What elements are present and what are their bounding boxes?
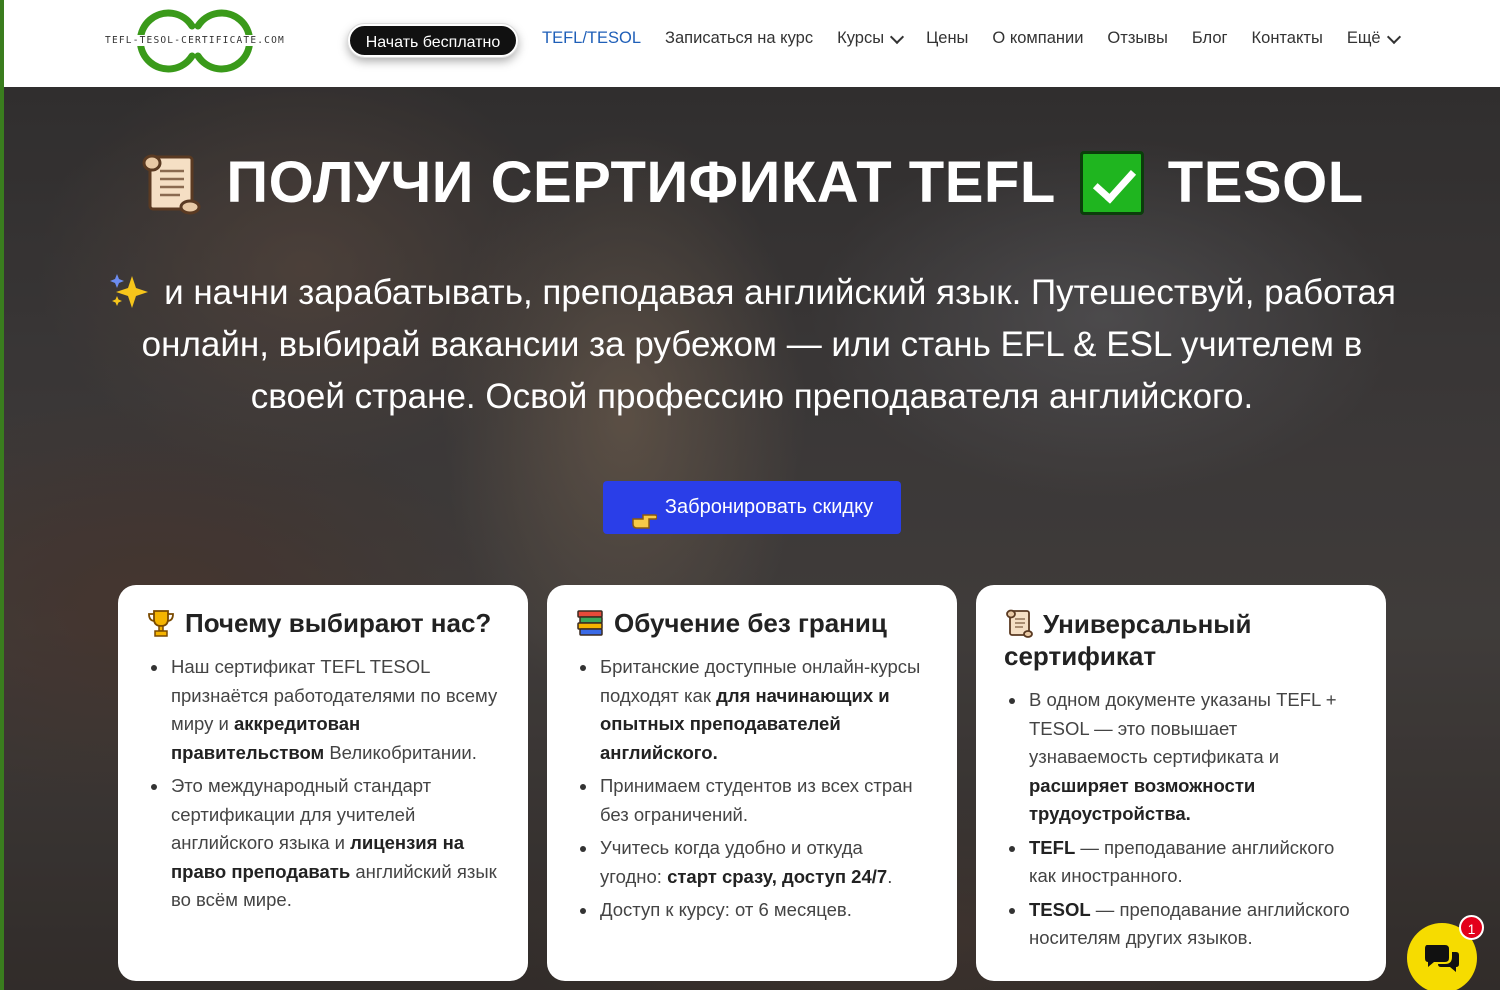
site-header: TEFL-TESOL-CERTIFICATE.COM Начать беспла… bbox=[4, 0, 1500, 87]
card-list: В одном документе указаны TEFL + TESOL —… bbox=[1004, 686, 1358, 953]
scroll-icon bbox=[140, 151, 202, 215]
sparkles-icon bbox=[108, 272, 150, 310]
nav-item-enroll[interactable]: Записаться на курс bbox=[665, 29, 813, 48]
card-why-us: Почему выбирают нас? Наш сертификат TEFL… bbox=[118, 585, 528, 981]
check-mark-icon bbox=[1079, 150, 1144, 215]
card-title: Почему выбирают нас? bbox=[146, 607, 500, 639]
list-item: В одном документе указаны TEFL + TESOL —… bbox=[1004, 686, 1358, 829]
card-title: Универсальный сертификат bbox=[1004, 609, 1252, 671]
nav-item-blog[interactable]: Блог bbox=[1192, 29, 1228, 48]
card-title: Обучение без границ bbox=[575, 607, 929, 639]
books-icon bbox=[577, 610, 603, 636]
list-item: Учитесь когда удобно и откуда угодно: ст… bbox=[575, 834, 929, 891]
card-universal-certificate: Универсальный сертификат В одном докумен… bbox=[976, 585, 1386, 981]
chevron-down-icon bbox=[889, 29, 905, 44]
list-item: Доступ к курсу: от 6 месяцев. bbox=[575, 896, 929, 925]
nav-item-more[interactable]: Ещё bbox=[1347, 29, 1401, 48]
card-learning: Обучение без границ Британские доступные… bbox=[547, 585, 957, 981]
trophy-icon bbox=[148, 610, 174, 637]
site-logo[interactable]: TEFL-TESOL-CERTIFICATE.COM bbox=[100, 4, 290, 78]
hero-section: ПОЛУЧИ СЕРТИФИКАТ TEFL TESOL и начни зар… bbox=[4, 87, 1500, 990]
list-item: Принимаем студентов из всех стран без ог… bbox=[575, 772, 929, 829]
nav-item-contacts[interactable]: Контакты bbox=[1252, 29, 1323, 48]
book-discount-button[interactable]: Забронировать скидку bbox=[603, 481, 901, 534]
hero-subtitle-text: и начни зарабатывать, преподавая английс… bbox=[141, 273, 1396, 416]
nav-item-about[interactable]: О компании bbox=[992, 29, 1083, 48]
list-item: TESOL — преподавание английского носител… bbox=[1004, 896, 1358, 953]
list-item: Наш сертификат TEFL TESOL признаётся раб… bbox=[146, 653, 500, 767]
nav-item-reviews[interactable]: Отзывы bbox=[1107, 29, 1167, 48]
scroll-icon bbox=[1006, 609, 1033, 638]
card-list: Наш сертификат TEFL TESOL признаётся раб… bbox=[146, 653, 500, 915]
chat-notification-badge: 1 bbox=[1459, 915, 1484, 940]
nav-item-tefl-tesol[interactable]: TEFL/TESOL bbox=[542, 29, 641, 48]
hero-title: ПОЛУЧИ СЕРТИФИКАТ TEFL TESOL bbox=[4, 149, 1500, 216]
card-list: Британские доступные онлайн-курсы подход… bbox=[575, 653, 929, 925]
hero-title-part2: TESOL bbox=[1167, 150, 1364, 215]
list-item: TEFL — преподавание английского как инос… bbox=[1004, 834, 1358, 891]
list-item: Это международный стандарт сертификации … bbox=[146, 772, 500, 915]
main-nav: TEFL/TESOL Записаться на курс Курсы Цены… bbox=[542, 29, 1423, 48]
chat-bubbles-icon bbox=[1425, 945, 1459, 972]
book-discount-label: Забронировать скидку bbox=[664, 496, 874, 518]
nav-item-prices[interactable]: Цены bbox=[926, 29, 968, 48]
list-item: Британские доступные онлайн-курсы подход… bbox=[575, 653, 929, 767]
start-free-button[interactable]: Начать бесплатно bbox=[347, 23, 519, 58]
hero-title-part1: ПОЛУЧИ СЕРТИФИКАТ TEFL bbox=[226, 150, 1056, 215]
hero-subtitle: и начни зарабатывать, преподавая английс… bbox=[94, 267, 1410, 423]
pointing-hand-icon bbox=[631, 498, 658, 529]
chevron-down-icon bbox=[1386, 29, 1401, 44]
nav-item-courses[interactable]: Курсы bbox=[837, 29, 905, 48]
logo-text: TEFL-TESOL-CERTIFICATE.COM bbox=[104, 35, 286, 46]
left-edge-strip bbox=[0, 0, 4, 990]
